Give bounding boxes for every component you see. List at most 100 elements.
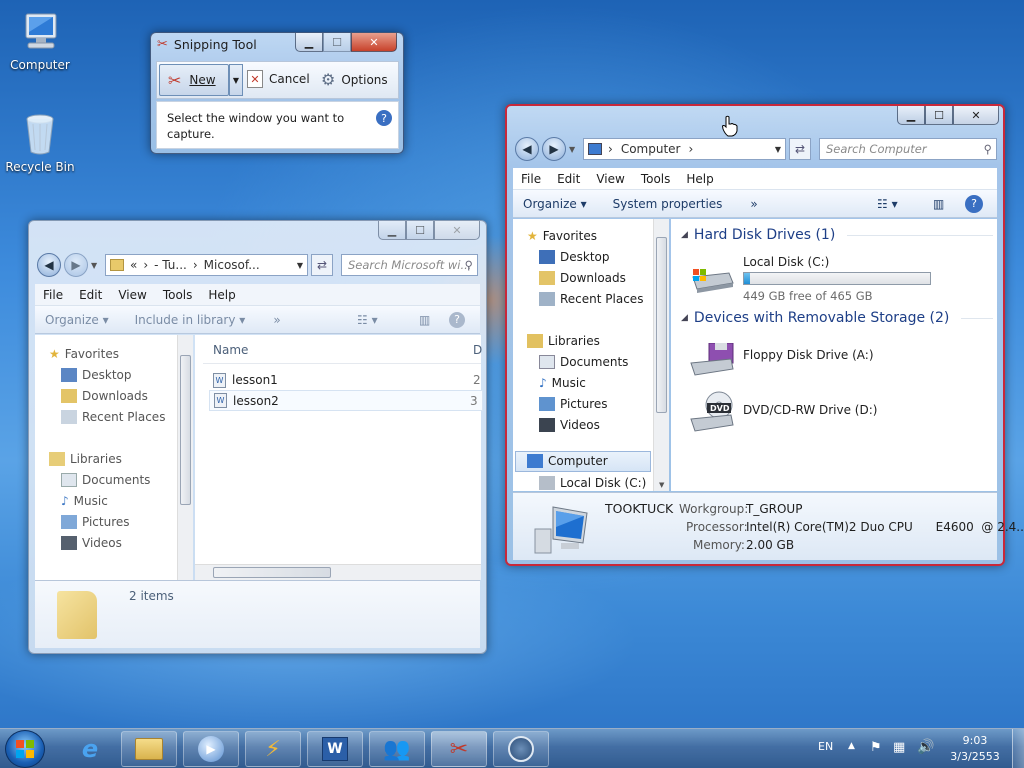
- start-button[interactable]: [5, 730, 45, 768]
- view-options-icon[interactable]: ☷ ▾: [357, 313, 378, 327]
- nav-documents[interactable]: Documents: [539, 355, 628, 369]
- menu-edit[interactable]: Edit: [557, 172, 580, 186]
- chevron-down-icon[interactable]: ▼: [297, 261, 303, 270]
- show-hidden-icons-button[interactable]: ▲: [848, 741, 855, 751]
- new-snip-dropdown[interactable]: ▼: [229, 64, 243, 96]
- nav-music[interactable]: ♪ Music: [61, 494, 108, 508]
- nav-favorites[interactable]: ★ Favorites: [49, 347, 119, 361]
- taskbar-snipping-tool[interactable]: ✂: [431, 731, 487, 767]
- menu-tools[interactable]: Tools: [163, 288, 193, 302]
- computer-window[interactable]: ▁ ☐ ✕ ◀ ▶ ▼ › Computer › ▼ ⇄ Search Comp…: [505, 104, 1024, 566]
- desktop-icon-computer[interactable]: Computer: [0, 8, 80, 72]
- desktop-icon-recycle-bin[interactable]: Recycle Bin: [0, 110, 80, 174]
- nav-pictures[interactable]: Pictures: [539, 397, 608, 411]
- cancel-button[interactable]: ✕ Cancel: [247, 70, 310, 88]
- nav-videos[interactable]: Videos: [539, 418, 600, 432]
- nav-desktop[interactable]: Desktop: [61, 368, 132, 382]
- breadcrumb-overflow[interactable]: «: [130, 258, 137, 272]
- nav-recent-places[interactable]: Recent Places: [61, 410, 165, 424]
- preview-pane-icon[interactable]: ▥: [419, 313, 430, 327]
- clock[interactable]: 9:03 3/3/2553: [946, 733, 1004, 765]
- snipping-tool-window[interactable]: ✂ Snipping Tool ▁ ☐ ✕ ✂ New ▼ ✕ Cancel ⚙…: [150, 32, 404, 154]
- file-row-lesson1[interactable]: W lesson1 2: [213, 370, 483, 390]
- nav-scrollbar[interactable]: [177, 335, 193, 580]
- breadcrumb-item[interactable]: Micosof...: [204, 258, 260, 272]
- help-icon[interactable]: ?: [965, 194, 983, 213]
- maximize-button[interactable]: ☐: [925, 106, 953, 125]
- taskbar-windows-explorer[interactable]: [121, 731, 177, 767]
- nav-documents[interactable]: Documents: [61, 473, 150, 487]
- network-icon[interactable]: ▦: [893, 740, 905, 755]
- help-icon[interactable]: ?: [449, 311, 465, 328]
- chevron-down-icon[interactable]: ▼: [775, 145, 781, 154]
- nav-music[interactable]: ♪ Music: [539, 376, 586, 390]
- organize-button[interactable]: Organize ▾: [523, 197, 587, 211]
- menu-file[interactable]: File: [521, 172, 541, 186]
- chevron-down-icon[interactable]: ▼: [569, 145, 575, 154]
- column-header-date[interactable]: D: [473, 343, 482, 357]
- breadcrumb-item-computer[interactable]: Computer: [621, 142, 681, 156]
- maximize-button[interactable]: ☐: [323, 33, 351, 52]
- search-input[interactable]: Search Microsoft wi... ⚲: [341, 254, 478, 276]
- nav-libraries[interactable]: Libraries: [49, 452, 122, 466]
- nav-scrollbar[interactable]: [653, 219, 669, 491]
- taskbar-app-lightning[interactable]: ⚡: [245, 731, 301, 767]
- close-button[interactable]: ✕: [953, 106, 999, 125]
- view-options-icon[interactable]: ☷ ▾: [877, 197, 898, 211]
- breadcrumb-item[interactable]: - Tu...: [154, 258, 187, 272]
- show-desktop-button[interactable]: [1012, 729, 1024, 768]
- minimize-button[interactable]: ▁: [295, 33, 323, 52]
- menu-file[interactable]: File: [43, 288, 63, 302]
- drive-dvd-d[interactable]: DVD DVD/CD-RW Drive (D:): [689, 391, 989, 439]
- menu-tools[interactable]: Tools: [641, 172, 671, 186]
- volume-icon[interactable]: 🔊: [917, 739, 934, 755]
- explorer-window-lessons[interactable]: ▁ ☐ ✕ ◀ ▶ ▼ « › - Tu... › Micosof... ▼ ⇄…: [28, 220, 487, 654]
- more-commands-button[interactable]: »: [273, 313, 280, 327]
- language-indicator[interactable]: EN: [818, 740, 833, 753]
- menu-view[interactable]: View: [596, 172, 624, 186]
- back-button[interactable]: ◀: [37, 253, 61, 277]
- nav-desktop[interactable]: Desktop: [539, 250, 610, 264]
- help-icon[interactable]: ?: [376, 110, 392, 126]
- nav-local-disk[interactable]: Local Disk (C:): [539, 476, 646, 490]
- address-bar[interactable]: › Computer › ▼: [583, 138, 786, 160]
- group-header-removable-storage[interactable]: ◢ Devices with Removable Storage (2): [681, 310, 993, 326]
- nav-computer[interactable]: Computer: [527, 454, 608, 468]
- drive-floppy-a[interactable]: Floppy Disk Drive (A:): [689, 337, 989, 377]
- search-input[interactable]: Search Computer ⚲: [819, 138, 997, 160]
- drive-local-disk-c[interactable]: Local Disk (C:) 449 GB free of 465 GB: [689, 253, 989, 303]
- taskbar-internet-explorer[interactable]: e: [62, 731, 118, 767]
- more-commands-button[interactable]: »: [750, 197, 757, 211]
- nav-recent-places[interactable]: Recent Places: [539, 292, 643, 306]
- chevron-down-icon[interactable]: ▼: [91, 261, 97, 270]
- organize-button[interactable]: Organize ▾: [45, 313, 109, 327]
- back-button[interactable]: ◀: [515, 137, 539, 161]
- menu-edit[interactable]: Edit: [79, 288, 102, 302]
- file-row-lesson2[interactable]: W lesson2 3: [209, 390, 483, 411]
- menu-view[interactable]: View: [118, 288, 146, 302]
- new-snip-button[interactable]: ✂ New: [159, 64, 229, 96]
- column-header-name[interactable]: Name: [213, 343, 248, 357]
- menu-help[interactable]: Help: [686, 172, 713, 186]
- action-center-icon[interactable]: ⚑: [870, 740, 882, 755]
- minimize-button[interactable]: ▁: [897, 106, 925, 125]
- forward-button[interactable]: ▶: [542, 137, 566, 161]
- nav-downloads[interactable]: Downloads: [61, 389, 148, 403]
- maximize-button[interactable]: ☐: [406, 221, 434, 240]
- close-button[interactable]: ✕: [351, 33, 397, 52]
- group-header-hard-disk-drives[interactable]: ◢ Hard Disk Drives (1): [681, 227, 993, 243]
- minimize-button[interactable]: ▁: [378, 221, 406, 240]
- nav-scroll-down[interactable]: ▼: [659, 481, 664, 489]
- taskbar-messenger[interactable]: 👥: [369, 731, 425, 767]
- nav-videos[interactable]: Videos: [61, 536, 122, 550]
- nav-libraries[interactable]: Libraries: [527, 334, 600, 348]
- refresh-button[interactable]: ⇄: [311, 254, 333, 276]
- forward-button[interactable]: ▶: [64, 253, 88, 277]
- taskbar-word[interactable]: W: [307, 731, 363, 767]
- nav-downloads[interactable]: Downloads: [539, 271, 626, 285]
- taskbar-network-app[interactable]: [493, 731, 549, 767]
- include-in-library-button[interactable]: Include in library ▾: [135, 313, 246, 327]
- nav-favorites[interactable]: ★ Favorites: [527, 229, 597, 243]
- nav-pictures[interactable]: Pictures: [61, 515, 130, 529]
- horizontal-scrollbar[interactable]: [195, 564, 481, 580]
